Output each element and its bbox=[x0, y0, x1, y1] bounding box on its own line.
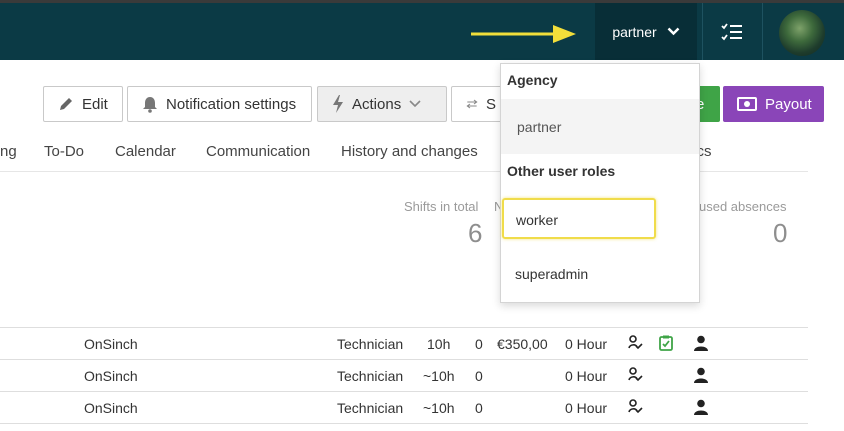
user-signature-icon[interactable] bbox=[628, 367, 643, 382]
hours-cell: ~10h bbox=[423, 400, 455, 416]
topbar-divider bbox=[762, 3, 763, 60]
tab-partial-left[interactable]: ng bbox=[0, 143, 17, 160]
absences-label: used absences bbox=[699, 199, 787, 214]
swap-arrows-icon bbox=[466, 99, 478, 109]
tasks-button[interactable] bbox=[703, 3, 761, 60]
payout-label: Payout bbox=[765, 95, 812, 113]
role-option-partner[interactable]: partner bbox=[501, 99, 699, 154]
company-cell: OnSinch bbox=[84, 336, 138, 352]
count-cell: 0 bbox=[475, 368, 483, 384]
company-cell: OnSinch bbox=[84, 368, 138, 384]
payout-button[interactable]: Payout bbox=[723, 86, 824, 122]
pencil-icon bbox=[60, 98, 72, 110]
overtime-cell: 0 Hour bbox=[565, 336, 608, 352]
person-icon[interactable] bbox=[693, 335, 709, 351]
user-signature-icon[interactable] bbox=[628, 335, 643, 350]
tasks-list-icon bbox=[721, 22, 742, 40]
edit-button-label: Edit bbox=[82, 95, 108, 113]
approved-clipboard-icon[interactable] bbox=[659, 335, 673, 351]
absences-value: 0 bbox=[773, 218, 788, 248]
tab-communication[interactable]: Communication bbox=[206, 143, 310, 160]
notification-settings-label: Notification settings bbox=[166, 95, 297, 113]
notification-settings-button[interactable]: Notification settings bbox=[127, 86, 312, 122]
table-row[interactable]: OnSinch Technician ~10h 0 0 Hour bbox=[0, 359, 808, 392]
tab-history-and-changes[interactable]: History and changes bbox=[341, 143, 478, 160]
chevron-down-icon bbox=[409, 100, 421, 108]
actions-label: Actions bbox=[352, 95, 402, 113]
role-cell: Technician bbox=[337, 400, 404, 416]
bell-icon bbox=[143, 96, 157, 113]
tab-todo[interactable]: To-Do bbox=[44, 143, 84, 160]
overtime-cell: 0 Hour bbox=[565, 400, 608, 416]
company-cell: OnSinch bbox=[84, 400, 138, 416]
user-avatar[interactable] bbox=[779, 10, 825, 56]
chevron-down-icon bbox=[667, 27, 680, 36]
person-icon[interactable] bbox=[693, 367, 709, 383]
shifts-total-value: 6 bbox=[468, 218, 483, 248]
edit-button[interactable]: Edit bbox=[43, 86, 123, 122]
role-cell: Technician bbox=[337, 336, 404, 352]
count-cell: 0 bbox=[475, 400, 483, 416]
money-icon bbox=[737, 97, 757, 111]
actions-dropdown-button[interactable]: Actions bbox=[317, 86, 447, 122]
role-cell: Technician bbox=[337, 368, 404, 384]
person-icon[interactable] bbox=[693, 399, 709, 415]
overtime-cell: 0 Hour bbox=[565, 368, 608, 384]
hours-cell: 10h bbox=[427, 336, 451, 352]
lightning-icon bbox=[333, 95, 343, 113]
shifts-table: OnSinch Technician 10h 0 €350,00 0 Hour … bbox=[0, 327, 808, 424]
user-signature-icon[interactable] bbox=[628, 399, 643, 414]
role-dropdown-menu: Agency partner Other user roles worker s… bbox=[500, 63, 700, 303]
role-option-worker[interactable]: worker bbox=[502, 198, 656, 239]
count-cell: 0 bbox=[475, 336, 483, 352]
annotation-arrow-icon bbox=[471, 25, 576, 43]
agency-heading: Agency bbox=[507, 72, 558, 88]
role-switcher-label: partner bbox=[612, 23, 657, 40]
amount-cell: €350,00 bbox=[497, 336, 548, 352]
other-roles-heading: Other user roles bbox=[507, 163, 616, 179]
table-row[interactable]: OnSinch Technician 10h 0 €350,00 0 Hour bbox=[0, 327, 808, 360]
switch-label: S bbox=[485, 95, 496, 113]
role-switcher-button[interactable]: partner bbox=[595, 3, 697, 60]
table-row[interactable]: OnSinch Technician ~10h 0 0 Hour bbox=[0, 391, 808, 424]
role-option-superadmin[interactable]: superadmin bbox=[501, 266, 699, 292]
hours-cell: ~10h bbox=[423, 368, 455, 384]
shifts-total-label: Shifts in total bbox=[404, 199, 479, 214]
tab-calendar[interactable]: Calendar bbox=[115, 143, 176, 160]
